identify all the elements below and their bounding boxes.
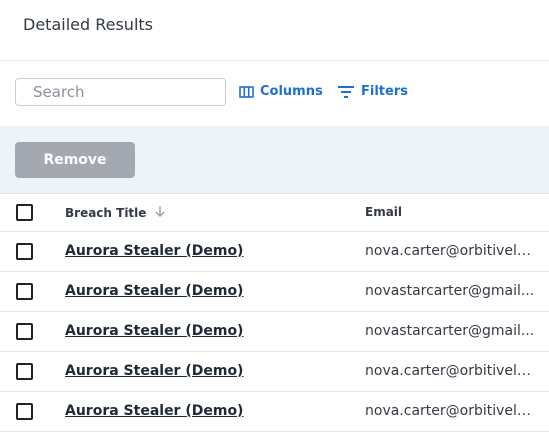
remove-button[interactable]: Remove — [15, 142, 135, 178]
results-header: Detailed Results — [0, 0, 549, 61]
email-cell: nova.carter@orbitivela... — [365, 243, 535, 259]
toolbar: Columns Filters — [0, 61, 549, 126]
columns-button[interactable]: Columns — [239, 84, 323, 99]
table-header-row: Breach Title Email — [0, 194, 549, 232]
breach-title-link[interactable]: Aurora Stealer (Demo) — [65, 403, 243, 419]
email-cell: nova.carter@orbitivela... — [365, 403, 535, 419]
results-table: Breach Title Email Aurora Stealer (Demo)… — [0, 194, 549, 432]
table-row: Aurora Stealer (Demo) nova.carter@orbiti… — [0, 392, 549, 432]
column-header-email[interactable]: Email — [365, 205, 402, 219]
column-header-label: Breach Title — [65, 205, 147, 220]
breach-title-link[interactable]: Aurora Stealer (Demo) — [65, 363, 243, 379]
table-row: Aurora Stealer (Demo) nova.carter@orbiti… — [0, 352, 549, 392]
filter-icon — [337, 85, 355, 99]
search-input[interactable] — [15, 78, 226, 106]
email-cell: novastarcarter@gmail... — [365, 323, 535, 339]
filters-button[interactable]: Filters — [337, 84, 408, 99]
arrow-down-icon — [154, 205, 166, 220]
table-row: Aurora Stealer (Demo) novastarcarter@gma… — [0, 272, 549, 312]
columns-icon — [239, 85, 254, 98]
row-checkbox[interactable] — [16, 283, 33, 300]
email-cell: nova.carter@orbitivela... — [365, 363, 535, 379]
email-cell: novastarcarter@gmail... — [365, 283, 535, 299]
breach-title-link[interactable]: Aurora Stealer (Demo) — [65, 283, 243, 299]
filters-label: Filters — [361, 84, 408, 99]
table-row: Aurora Stealer (Demo) novastarcarter@gma… — [0, 312, 549, 352]
page-title: Detailed Results — [23, 15, 153, 34]
row-checkbox[interactable] — [16, 403, 33, 420]
breach-title-link[interactable]: Aurora Stealer (Demo) — [65, 323, 243, 339]
row-checkbox[interactable] — [16, 243, 33, 260]
columns-label: Columns — [260, 84, 323, 99]
column-header-breach-title[interactable]: Breach Title — [65, 205, 166, 220]
breach-title-link[interactable]: Aurora Stealer (Demo) — [65, 243, 243, 259]
table-row: Aurora Stealer (Demo) nova.carter@orbiti… — [0, 232, 549, 272]
bulk-action-bar: Remove — [0, 126, 549, 194]
select-all-checkbox[interactable] — [16, 204, 33, 221]
row-checkbox[interactable] — [16, 363, 33, 380]
row-checkbox[interactable] — [16, 323, 33, 340]
